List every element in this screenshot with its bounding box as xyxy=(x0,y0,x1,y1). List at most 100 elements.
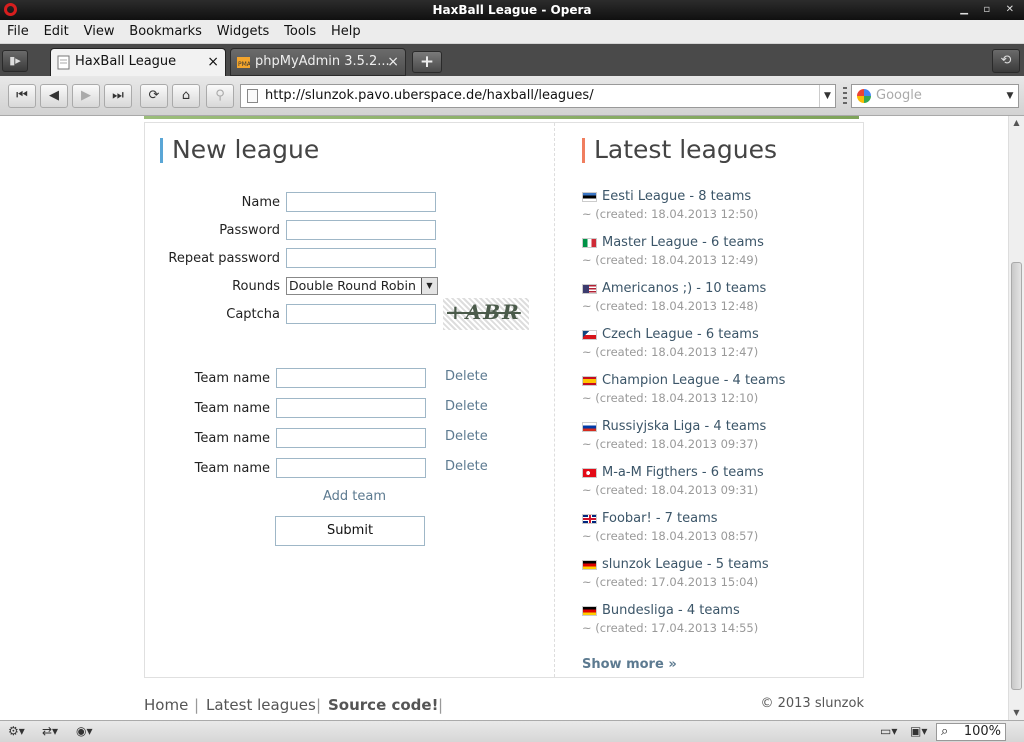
vertical-scrollbar[interactable]: ▲ ▼ xyxy=(1008,116,1024,720)
scroll-down-icon[interactable]: ▼ xyxy=(1009,706,1024,720)
main-panel: New league Name Password Repeat password… xyxy=(144,122,864,678)
home-button[interactable]: ⌂ xyxy=(172,84,200,108)
menu-tools[interactable]: Tools xyxy=(280,20,320,44)
password-input[interactable] xyxy=(286,220,436,240)
browser-window: HaxBall League - Opera ▁ ▫ ✕ File Edit V… xyxy=(0,0,1024,742)
tab-close-icon[interactable]: × xyxy=(387,49,399,75)
phpmyadmin-icon: PMA xyxy=(237,57,250,68)
tab-phpmyadmin[interactable]: PMA phpMyAdmin 3.5.2... × xyxy=(230,48,406,76)
menu-file[interactable]: File xyxy=(3,20,33,44)
spain-flag-icon xyxy=(582,376,597,386)
add-team-link[interactable]: Add team xyxy=(323,489,386,504)
menu-help[interactable]: Help xyxy=(327,20,365,44)
window-title: HaxBall League - Opera xyxy=(432,3,592,17)
league-name-link[interactable]: Bundesliga - 4 teams xyxy=(602,603,740,618)
footer-separator: | xyxy=(438,696,444,714)
show-more-link[interactable]: Show more » xyxy=(582,657,677,672)
back-button[interactable]: ◀ xyxy=(40,84,68,108)
google-icon xyxy=(857,89,871,103)
menu-view[interactable]: View xyxy=(80,20,119,44)
footer-home-link[interactable]: Home xyxy=(144,696,188,714)
team-name-input-1[interactable] xyxy=(276,368,426,388)
captcha-text: +ABR xyxy=(447,300,521,324)
document-icon xyxy=(247,89,258,103)
address-bar[interactable]: http://slunzok.pavo.uberspace.de/haxball… xyxy=(240,84,836,108)
league-name-link[interactable]: Champion League - 4 teams xyxy=(602,373,785,388)
window-controls[interactable]: ▁ ▫ ✕ xyxy=(960,0,1020,20)
search-engine-dropdown-icon[interactable]: ▼ xyxy=(1002,85,1018,107)
league-name-link[interactable]: M-a-M Figthers - 6 teams xyxy=(602,465,764,480)
league-name-link[interactable]: Eesti League - 8 teams xyxy=(602,189,751,204)
search-field[interactable]: Google ▼ xyxy=(851,84,1019,108)
team-name-label-4: Team name xyxy=(194,461,270,476)
league-created: ~ (created: 18.04.2013 09:37) xyxy=(582,437,759,451)
uk-flag-icon xyxy=(582,514,597,524)
tab-close-icon[interactable]: × xyxy=(207,49,219,75)
team-name-input-3[interactable] xyxy=(276,428,426,448)
repeat-password-input[interactable] xyxy=(286,248,436,268)
delete-team-link-1[interactable]: Delete xyxy=(445,369,488,384)
turkey-flag-icon xyxy=(582,468,597,478)
league-name-link[interactable]: Russiyjska Liga - 4 teams xyxy=(602,419,766,434)
tools-icon[interactable]: ⚙▾ xyxy=(8,724,25,738)
menu-widgets[interactable]: Widgets xyxy=(213,20,274,44)
password-label: Password xyxy=(219,223,280,238)
opera-logo-icon[interactable] xyxy=(4,3,17,16)
toolbar-grip[interactable] xyxy=(843,87,847,105)
delete-team-link-2[interactable]: Delete xyxy=(445,399,488,414)
team-name-label-3: Team name xyxy=(194,431,270,446)
rewind-button[interactable]: ⏮ xyxy=(8,84,36,108)
latest-leagues-title: Latest leagues xyxy=(582,135,777,164)
russia-flag-icon xyxy=(582,422,597,432)
captcha-input[interactable] xyxy=(286,304,436,324)
reload-button[interactable]: ⟳ xyxy=(140,84,168,108)
team-name-label-2: Team name xyxy=(194,401,270,416)
fast-forward-button[interactable]: ⏭ xyxy=(104,84,132,108)
page-footer: Home | Latest leagues | Source code! | ©… xyxy=(144,696,864,716)
page-icon xyxy=(57,55,70,70)
scroll-thumb[interactable] xyxy=(1011,262,1022,690)
footer-source-code-link[interactable]: Source code! xyxy=(328,696,438,714)
closed-tabs-icon[interactable]: ⟲ xyxy=(992,49,1020,73)
league-created: ~ (created: 18.04.2013 12:48) xyxy=(582,299,759,313)
team-name-input-2[interactable] xyxy=(276,398,426,418)
league-name-link[interactable]: Foobar! - 7 teams xyxy=(602,511,718,526)
header-banner-strip xyxy=(144,116,859,119)
tab-haxball-league[interactable]: HaxBall League × xyxy=(50,48,226,76)
network-icon[interactable]: ⇄▾ xyxy=(42,724,58,738)
menu-bar: File Edit View Bookmarks Widgets Tools H… xyxy=(0,20,1024,44)
rounds-selected-value: Double Round Robin xyxy=(289,278,416,293)
new-tab-button[interactable]: + xyxy=(412,51,442,73)
forward-button[interactable]: ▶ xyxy=(72,84,100,108)
league-name-link[interactable]: slunzok League - 5 teams xyxy=(602,557,769,572)
league-created: ~ (created: 18.04.2013 12:47) xyxy=(582,345,759,359)
panel-toggle-button[interactable]: ▮▸ xyxy=(2,50,28,72)
title-bar: HaxBall League - Opera ▁ ▫ ✕ xyxy=(0,0,1024,20)
league-name-link[interactable]: Master League - 6 teams xyxy=(602,235,764,250)
submit-button[interactable]: Submit xyxy=(275,516,425,546)
fit-width-icon[interactable]: ▭▾ xyxy=(880,724,897,738)
footer-latest-leagues-link[interactable]: Latest leagues xyxy=(206,696,316,714)
scroll-up-icon[interactable]: ▲ xyxy=(1009,116,1024,130)
url-dropdown-icon[interactable]: ▼ xyxy=(819,85,835,107)
usa-flag-icon xyxy=(582,284,597,294)
menu-bookmarks[interactable]: Bookmarks xyxy=(125,20,206,44)
name-label: Name xyxy=(241,195,280,210)
name-input[interactable] xyxy=(286,192,436,212)
column-divider xyxy=(554,123,555,677)
menu-edit[interactable]: Edit xyxy=(40,20,73,44)
rounds-select[interactable]: Double Round Robin ▼ xyxy=(286,277,438,295)
league-name-link[interactable]: Czech League - 6 teams xyxy=(602,327,759,342)
league-name-link[interactable]: Americanos ;) - 10 teams xyxy=(602,281,766,296)
estonia-flag-icon xyxy=(582,192,597,202)
delete-team-link-4[interactable]: Delete xyxy=(445,459,488,474)
unite-icon[interactable]: ◉▾ xyxy=(76,724,93,738)
tab-bar: ▮▸ HaxBall League × PMA phpMyAdmin 3.5.2… xyxy=(0,44,1024,76)
zoom-control[interactable]: ⌕ 100% xyxy=(936,723,1006,741)
czech-flag-icon xyxy=(582,330,597,340)
image-toggle-icon[interactable]: ▣▾ xyxy=(910,724,927,738)
delete-team-link-3[interactable]: Delete xyxy=(445,429,488,444)
search-placeholder: Google xyxy=(876,88,922,103)
security-info-button[interactable]: ⚲ xyxy=(206,84,234,108)
team-name-input-4[interactable] xyxy=(276,458,426,478)
